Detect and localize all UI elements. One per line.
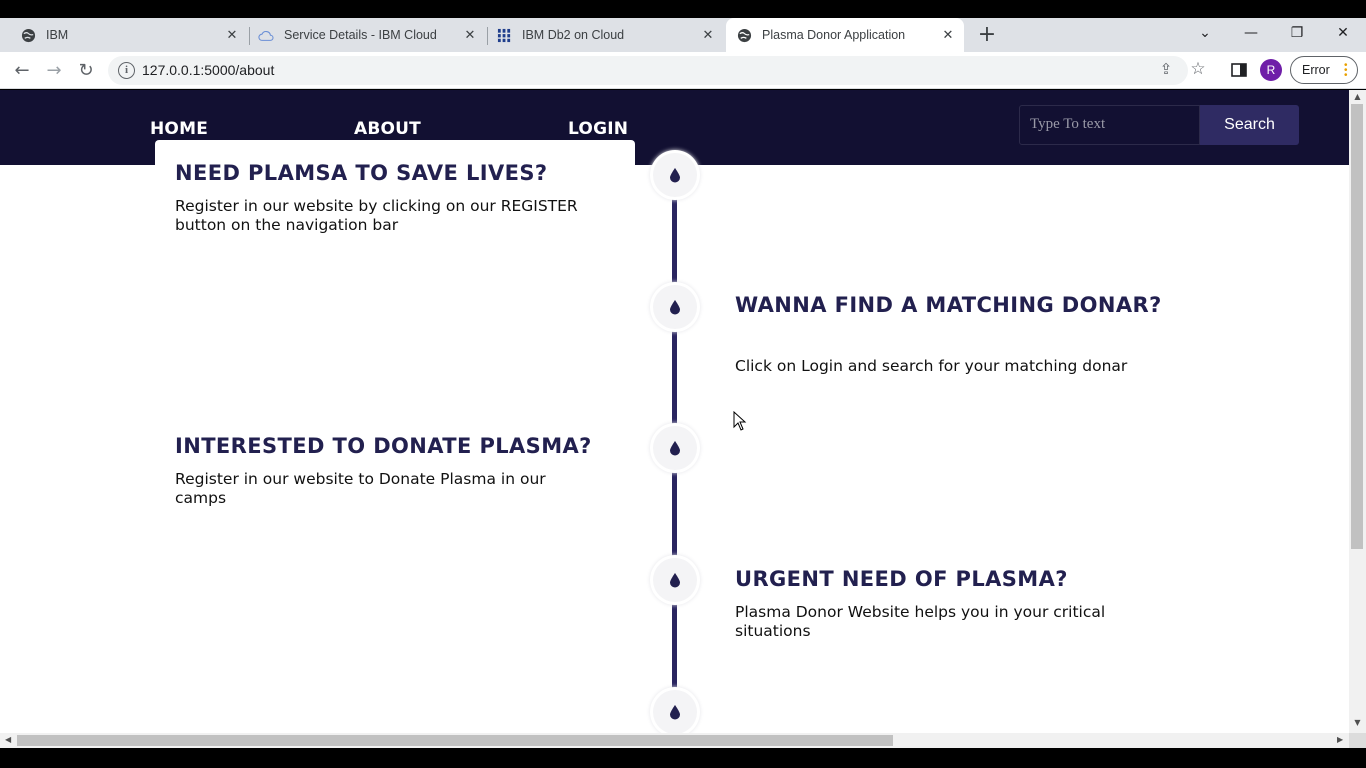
timeline-text: Register in our website by clicking on o… — [175, 197, 578, 234]
search-input[interactable]: Type To text — [1019, 105, 1200, 145]
scroll-right-icon[interactable]: ▶ — [1337, 735, 1343, 744]
timeline-marker — [653, 153, 697, 197]
timeline-line — [672, 471, 677, 557]
nav-home-link[interactable]: HOME — [150, 119, 208, 139]
tab-search-icon[interactable]: ⌄ — [1182, 18, 1228, 52]
close-icon[interactable]: ✕ — [700, 27, 716, 43]
vertical-scrollbar[interactable]: ▲ ▼ — [1349, 90, 1366, 733]
error-button[interactable]: Error • • • — [1290, 56, 1358, 84]
timeline-line — [672, 604, 677, 690]
timeline-text: Click on Login and search for your match… — [735, 357, 1128, 375]
timeline-line — [672, 330, 677, 424]
profile-avatar[interactable]: R — [1260, 59, 1282, 81]
forward-icon[interactable]: → — [40, 57, 68, 85]
toolbar: ← → ↻ i 127.0.0.1:5000/about ⇪ ☆ R Error… — [0, 52, 1366, 89]
timeline-heading: URGENT NEED OF PLASMA? — [735, 567, 1068, 591]
timeline-marker — [653, 690, 697, 733]
tab-strip: IBM ✕ Service Details - IBM Cloud ✕ IBM … — [0, 18, 1366, 52]
nav-login-link[interactable]: LOGIN — [568, 119, 628, 139]
timeline-heading: INTERESTED TO DONATE PLASMA? — [175, 434, 592, 458]
scroll-thumb[interactable] — [1351, 104, 1363, 549]
reload-icon[interactable]: ↻ — [72, 57, 100, 85]
tab-title: Plasma Donor Application — [762, 28, 906, 42]
scroll-up-icon[interactable]: ▲ — [1353, 92, 1362, 101]
error-label: Error — [1302, 63, 1330, 77]
timeline-heading: WANNA FIND A MATCHING DONAR? — [735, 293, 1162, 317]
tab-title: IBM — [46, 28, 69, 42]
menu-dots-icon: • • • — [1344, 60, 1348, 81]
new-tab-button[interactable]: + — [975, 22, 999, 48]
scroll-down-icon[interactable]: ▼ — [1353, 718, 1362, 727]
share-icon[interactable]: ⇪ — [1156, 60, 1176, 80]
scroll-thumb[interactable] — [17, 735, 893, 746]
tab-ibm[interactable]: IBM ✕ — [12, 18, 248, 52]
screen-bottom-edge — [0, 748, 1366, 768]
minimize-button[interactable]: — — [1228, 18, 1274, 52]
address-bar[interactable]: i 127.0.0.1:5000/about ⇪ ☆ — [108, 56, 1206, 85]
back-icon[interactable]: ← — [8, 57, 36, 85]
drop-icon — [670, 168, 680, 183]
cloud-icon — [258, 27, 274, 43]
mouse-cursor-icon — [733, 411, 747, 431]
bookmark-star-icon[interactable]: ☆ — [1188, 59, 1208, 79]
drop-icon — [670, 705, 680, 720]
tab-plasma-donor[interactable]: Plasma Donor Application ✕ — [726, 18, 964, 52]
close-icon[interactable]: ✕ — [462, 27, 478, 43]
screen-top-edge — [0, 0, 1366, 18]
timeline-marker — [653, 285, 697, 329]
timeline-marker — [653, 558, 697, 602]
drop-icon — [670, 573, 680, 588]
timeline-text: Register in our website to Donate Plasma… — [175, 470, 546, 507]
close-icon[interactable]: ✕ — [940, 27, 956, 43]
tab-title: Service Details - IBM Cloud — [284, 28, 437, 42]
tab-service-details[interactable]: Service Details - IBM Cloud ✕ — [250, 18, 486, 52]
url-text[interactable]: 127.0.0.1:5000/about — [142, 62, 274, 78]
timeline-marker — [653, 426, 697, 470]
timeline-line — [672, 197, 677, 283]
globe-icon — [20, 27, 36, 43]
drop-icon — [670, 441, 680, 456]
tab-db2[interactable]: IBM Db2 on Cloud ✕ — [488, 18, 724, 52]
tab-title: IBM Db2 on Cloud — [522, 28, 625, 42]
site-info-icon[interactable]: i — [118, 62, 135, 79]
timeline-text: Plasma Donor Website helps you in your c… — [735, 603, 1106, 640]
nav-about-link[interactable]: ABOUT — [354, 119, 421, 139]
scroll-left-icon[interactable]: ◀ — [5, 735, 11, 744]
close-icon[interactable]: ✕ — [224, 27, 240, 43]
db2-icon — [496, 27, 512, 43]
drop-icon — [670, 300, 680, 315]
scrollbar-corner — [1349, 733, 1366, 748]
globe-icon — [736, 27, 752, 43]
timeline-heading: NEED PLAMSA TO SAVE LIVES? — [175, 161, 548, 185]
page-viewport: HOME ABOUT LOGIN Type To text Search NEE… — [0, 90, 1349, 733]
horizontal-scrollbar[interactable]: ◀ ▶ — [0, 733, 1349, 748]
restore-button[interactable]: ❐ — [1274, 18, 1320, 52]
side-panel-icon[interactable] — [1230, 61, 1248, 79]
search-button[interactable]: Search — [1200, 105, 1299, 145]
close-window-button[interactable]: ✕ — [1320, 18, 1366, 52]
